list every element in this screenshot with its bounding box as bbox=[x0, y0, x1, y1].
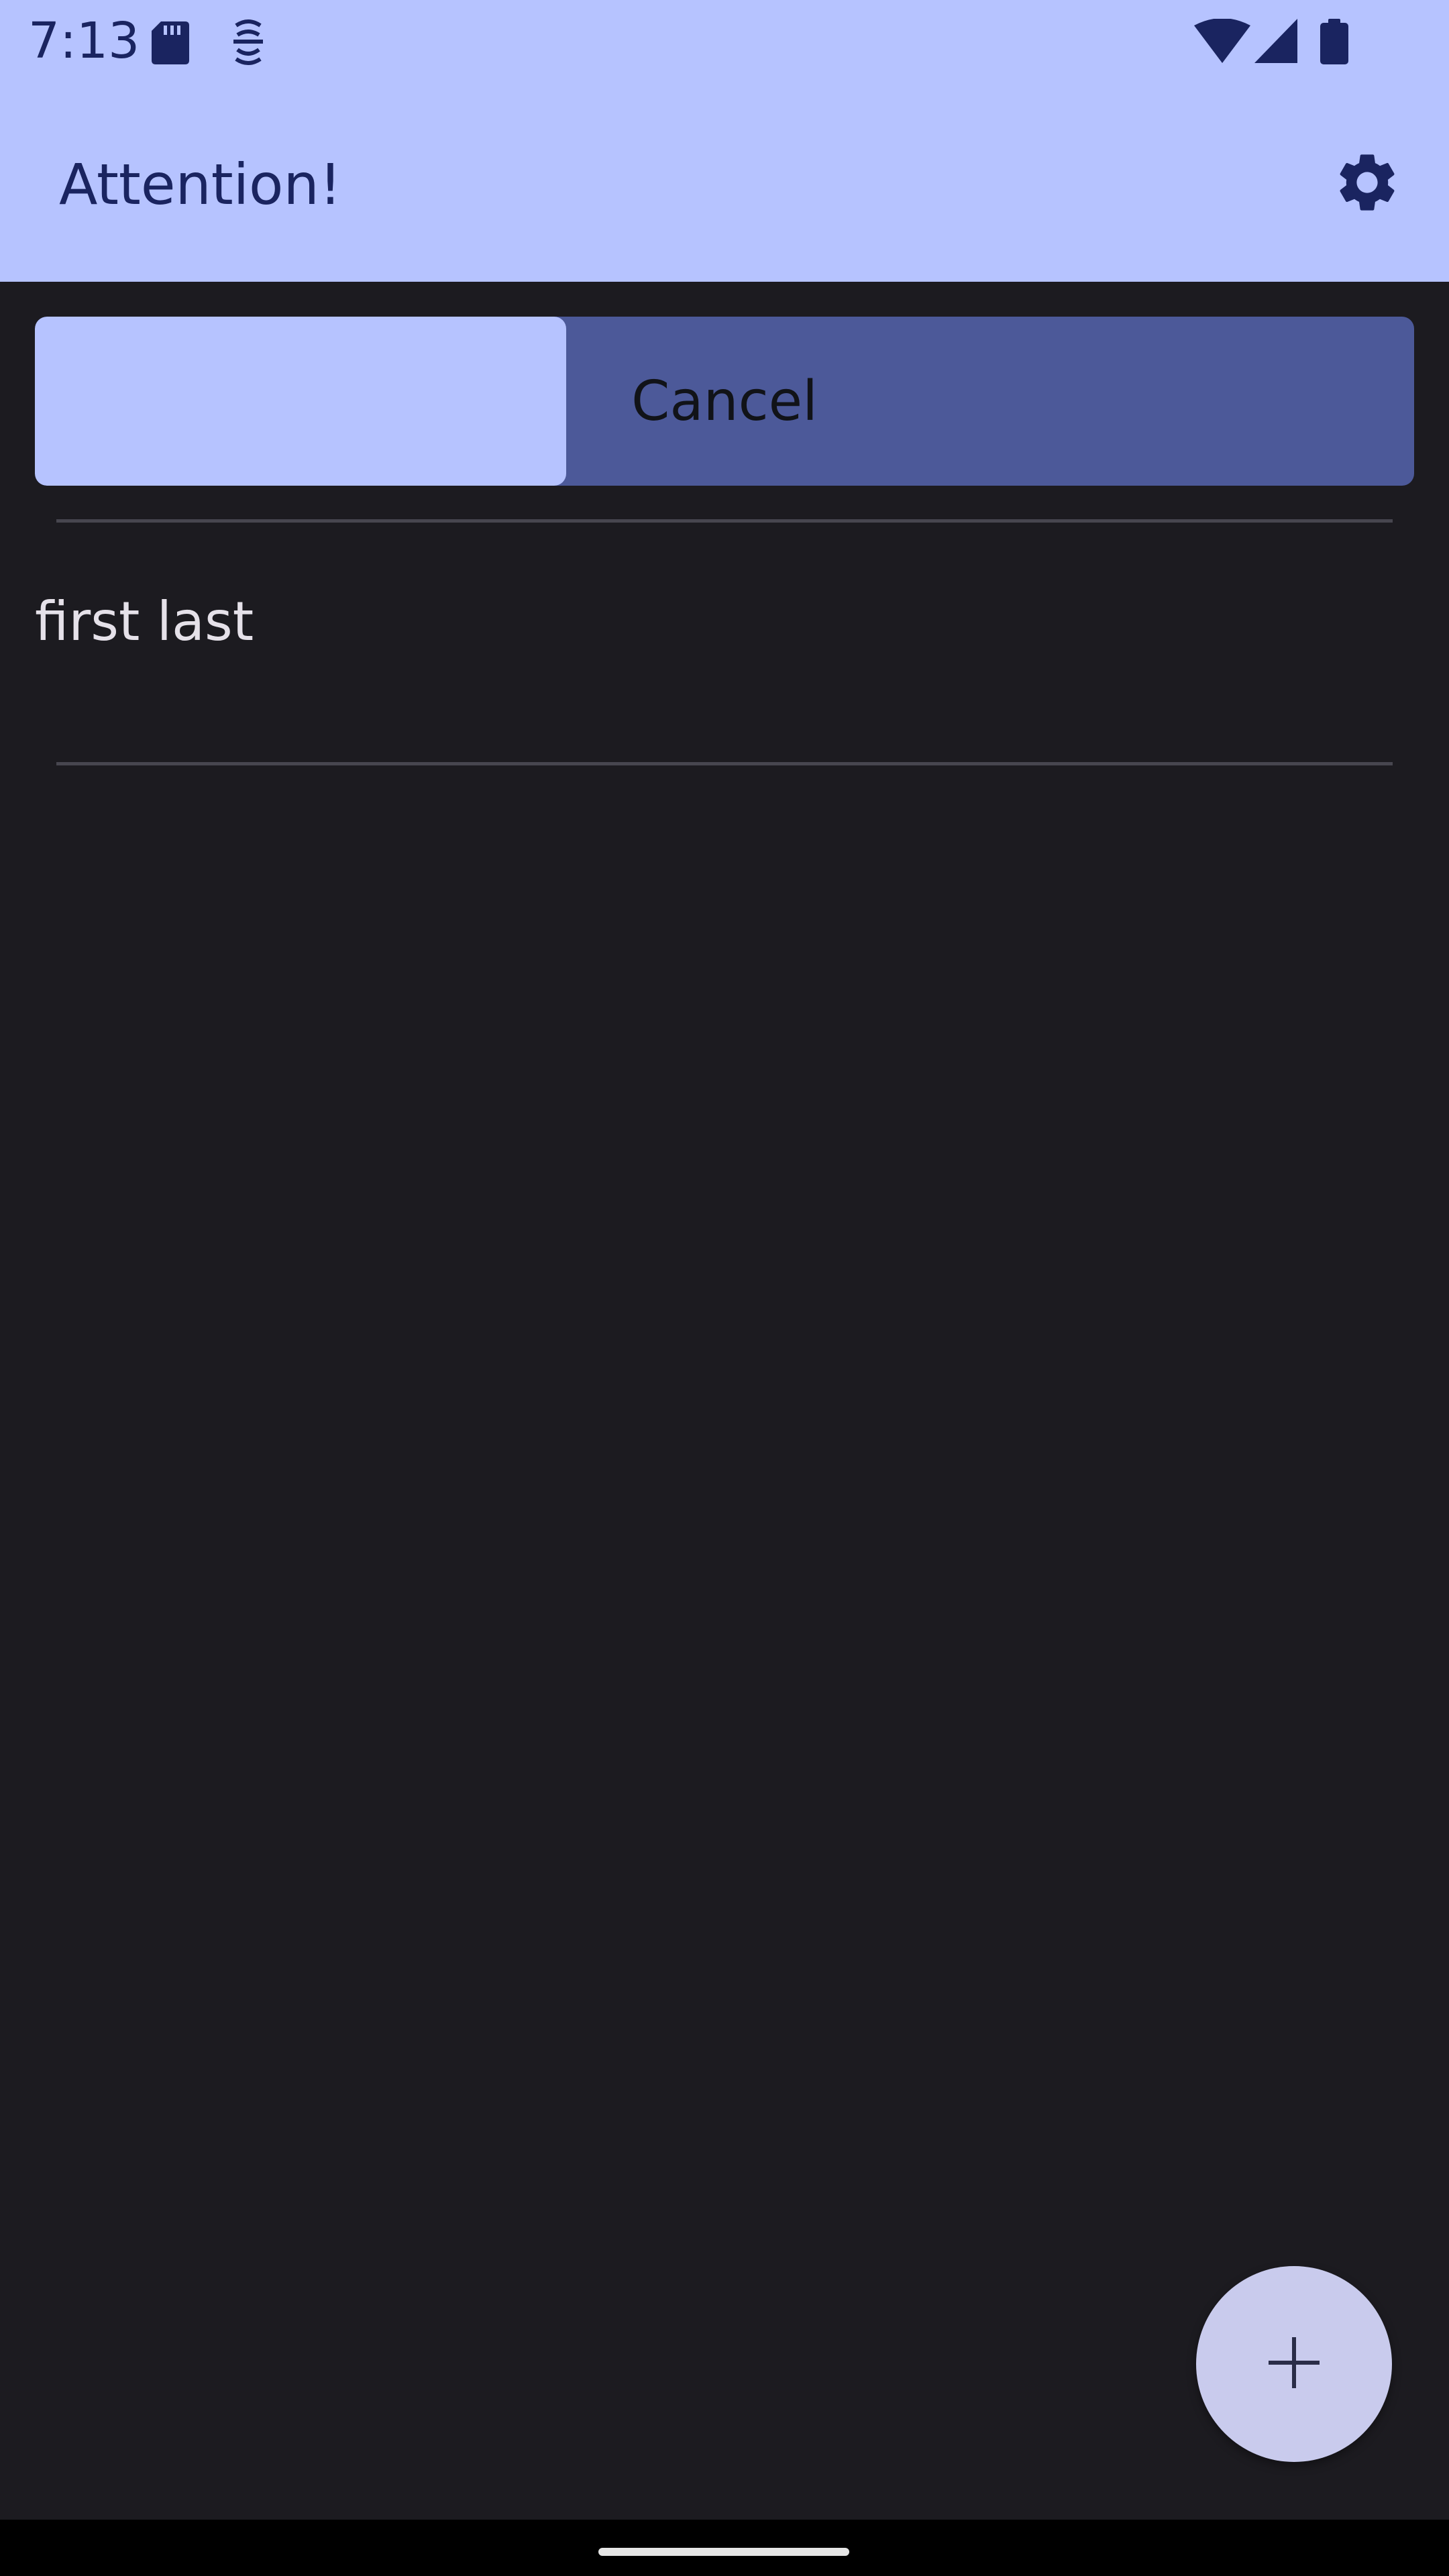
status-bar: 7:13 bbox=[0, 0, 1449, 85]
divider bbox=[56, 762, 1393, 765]
plus-icon bbox=[1266, 2334, 1322, 2394]
navigation-bar bbox=[0, 2520, 1449, 2576]
list-item-name: first last bbox=[35, 590, 254, 653]
settings-button[interactable] bbox=[1330, 146, 1405, 221]
page-title: Attention! bbox=[59, 152, 342, 217]
battery-icon bbox=[1319, 19, 1350, 68]
wifi-icon bbox=[1194, 18, 1250, 67]
cell-signal-icon bbox=[1254, 19, 1297, 67]
divider bbox=[56, 519, 1393, 523]
add-button[interactable] bbox=[1196, 2266, 1392, 2462]
cancel-button[interactable]: Cancel bbox=[35, 317, 1414, 486]
app-bar: Attention! bbox=[0, 85, 1449, 282]
cancel-label: Cancel bbox=[631, 369, 818, 433]
status-time: 7:13 bbox=[28, 12, 140, 70]
sd-card-icon bbox=[149, 19, 192, 68]
list-item[interactable]: first last bbox=[0, 523, 1449, 765]
gear-icon bbox=[1332, 148, 1402, 220]
accessibility-icon bbox=[228, 19, 268, 68]
home-gesture-handle[interactable] bbox=[598, 2548, 849, 2556]
